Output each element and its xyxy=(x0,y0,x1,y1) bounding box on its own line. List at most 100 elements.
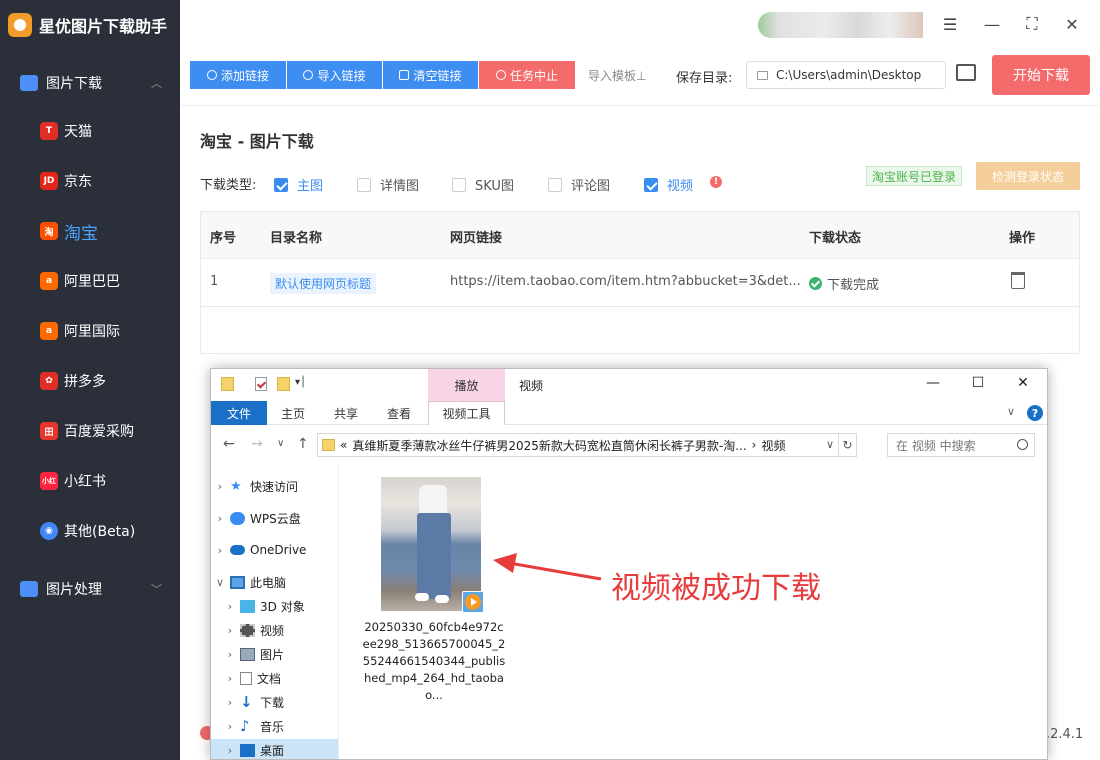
tree-item-3d-objects[interactable]: › 3D 对象 xyxy=(225,595,305,617)
table-row[interactable]: 1 默认使用网页标题 https://item.taobao.com/item.… xyxy=(201,259,1079,307)
app-logo-icon xyxy=(8,13,32,37)
stop-task-button[interactable]: 任务中止 xyxy=(479,61,575,89)
tree-item-pictures[interactable]: › 图片 xyxy=(225,643,284,665)
tree-item-quick-access[interactable]: › ★ 快速访问 xyxy=(215,475,298,497)
nav-group-label: 图片处理 xyxy=(46,582,102,598)
collapse-arrow-icon[interactable]: ∨ xyxy=(215,576,225,589)
clear-link-button[interactable]: 清空链接 xyxy=(383,61,478,89)
tree-item-this-pc[interactable]: ∨ 此电脑 xyxy=(215,571,286,593)
sidebar-item-pinduoduo[interactable]: ✿ 拼多多 xyxy=(0,356,180,406)
checkbox-main-image[interactable]: 主图 xyxy=(274,175,323,194)
back-arrow-icon[interactable]: ← xyxy=(223,436,235,452)
info-icon[interactable]: ! xyxy=(710,176,722,188)
expand-arrow-icon[interactable]: › xyxy=(225,624,235,637)
expand-arrow-icon[interactable]: › xyxy=(215,512,225,525)
checkbox-sku-image[interactable]: SKU图 xyxy=(452,175,514,194)
tree-item-desktop[interactable]: › 桌面 xyxy=(211,739,338,759)
add-link-button[interactable]: 添加链接 xyxy=(190,61,286,89)
address-segment-folder[interactable]: 真维斯夏季薄款冰丝牛仔裤男2025新款大码宽松直筒休闲长裤子男款-淘... xyxy=(352,437,746,454)
sidebar-item-baidu[interactable]: 田 百度爱采购 xyxy=(0,406,180,456)
explorer-minimize-button[interactable]: — xyxy=(923,375,943,391)
tree-item-videos[interactable]: › 视频 xyxy=(225,619,284,641)
check-login-button[interactable]: 检测登录状态 xyxy=(976,162,1080,190)
sidebar-item-xiaohongshu[interactable]: 小红 小红书 xyxy=(0,456,180,506)
expand-arrow-icon[interactable]: › xyxy=(225,672,235,685)
checkbox-video[interactable]: 视频 xyxy=(644,175,693,194)
checkbox-detail-image[interactable]: 详情图 xyxy=(357,175,419,194)
save-dir-input[interactable]: C:\Users\admin\Desktop xyxy=(746,61,946,89)
sidebar-item-alibaba[interactable]: a 阿里巴巴 xyxy=(0,256,180,306)
tab-file[interactable]: 文件 xyxy=(211,401,267,425)
forward-arrow-icon[interactable]: → xyxy=(251,436,263,452)
delete-icon[interactable] xyxy=(1011,272,1025,289)
expand-arrow-icon[interactable]: › xyxy=(225,600,235,613)
tree-item-documents[interactable]: › 文档 xyxy=(225,667,281,689)
save-dir-label: 保存目录: xyxy=(676,71,733,86)
context-tab-play[interactable]: 播放 xyxy=(428,369,505,401)
sidebar-item-taobao[interactable]: 淘 淘宝 xyxy=(0,206,180,256)
sidebar-item-label: 小红书 xyxy=(64,474,106,490)
tree-item-music[interactable]: › ♪ 音乐 xyxy=(225,715,284,737)
nav-group-image-process[interactable]: 图片处理 ﹀ xyxy=(0,566,180,612)
close-button[interactable]: ✕ xyxy=(1060,12,1084,36)
settings-icon[interactable]: ☰ xyxy=(938,12,962,36)
tab-share[interactable]: 共享 xyxy=(334,405,358,422)
page-title: 淘宝 - 图片下载 xyxy=(200,132,314,151)
film-icon xyxy=(240,623,255,637)
tab-video-tools[interactable]: 视频工具 xyxy=(428,401,505,425)
tab-view[interactable]: 查看 xyxy=(387,405,411,422)
dir-name-tag[interactable]: 默认使用网页标题 xyxy=(270,273,377,294)
checkbox-box xyxy=(452,177,466,192)
import-template-link[interactable]: 导入模板⊥ xyxy=(588,67,646,84)
explorer-maximize-button[interactable]: ☐ xyxy=(968,375,988,391)
new-folder-icon[interactable] xyxy=(277,377,290,391)
brand: 星优图片下载助手 xyxy=(0,0,180,50)
sidebar-item-alibaba-intl[interactable]: a 阿里国际 xyxy=(0,306,180,356)
maximize-button[interactable]: ⛶ xyxy=(1020,12,1044,36)
tree-item-label: 桌面 xyxy=(260,743,285,758)
chevron-up-icon: ︿ xyxy=(151,77,162,90)
tree-item-wps-cloud[interactable]: › WPS云盘 xyxy=(215,507,301,529)
customize-toolbar-icon[interactable]: ▾│ xyxy=(295,377,306,388)
expand-arrow-icon[interactable]: › xyxy=(225,696,235,709)
expand-arrow-icon[interactable]: › xyxy=(215,480,225,493)
address-input[interactable]: « 真维斯夏季薄款冰丝牛仔裤男2025新款大码宽松直筒休闲长裤子男款-淘... … xyxy=(317,433,857,457)
up-arrow-icon[interactable]: ↑ xyxy=(297,436,309,452)
expand-arrow-icon[interactable]: › xyxy=(225,720,235,733)
nav-group-image-download[interactable]: 图片下载 ︿ xyxy=(0,60,180,106)
expand-arrow-icon[interactable]: › xyxy=(225,648,235,661)
checkbox-review-image[interactable]: 评论图 xyxy=(548,175,610,194)
ribbon-expand-icon[interactable]: ∨ xyxy=(1007,405,1015,418)
pc-icon xyxy=(230,575,245,589)
explorer-window-title: 视频 xyxy=(519,379,544,393)
xiaohongshu-icon: 小红 xyxy=(40,472,58,490)
sidebar-item-jd[interactable]: JD 京东 xyxy=(0,156,180,206)
tab-home[interactable]: 主页 xyxy=(281,405,305,422)
address-segment-current[interactable]: 视频 xyxy=(761,437,785,454)
stop-task-label: 任务中止 xyxy=(509,68,558,83)
tree-item-downloads[interactable]: › ↓ 下载 xyxy=(225,691,284,713)
expand-arrow-icon[interactable]: › xyxy=(225,744,235,757)
expand-arrow-icon[interactable]: › xyxy=(215,544,225,557)
user-avatar[interactable] xyxy=(758,12,923,38)
tree-item-onedrive[interactable]: › OneDrive xyxy=(215,539,307,561)
explorer-close-button[interactable]: ✕ xyxy=(1013,375,1033,391)
toolbar: 添加链接 导入链接 清空链接 任务中止 导入模板⊥ 保存目录: C:\Users… xyxy=(180,50,1100,106)
search-icon xyxy=(1017,439,1028,450)
open-folder-icon[interactable] xyxy=(956,64,976,81)
import-link-button[interactable]: 导入链接 xyxy=(287,61,382,89)
doc-icon xyxy=(240,671,252,685)
properties-icon[interactable] xyxy=(255,377,267,391)
onedrive-icon xyxy=(230,545,245,555)
tmall-icon: T xyxy=(40,122,58,140)
minimize-button[interactable]: — xyxy=(980,12,1004,36)
sidebar-item-other[interactable]: ◉ 其他(Beta) xyxy=(0,506,180,556)
refresh-icon[interactable]: ↻ xyxy=(838,434,856,456)
start-download-button[interactable]: 开始下载 xyxy=(992,55,1090,95)
sidebar: 星优图片下载助手 图片下载 ︿ T 天猫 JD 京东 淘 淘宝 a 阿里巴巴 a… xyxy=(0,0,180,760)
sidebar-item-tmall[interactable]: T 天猫 xyxy=(0,106,180,156)
search-input[interactable]: 在 视频 中搜索 xyxy=(887,433,1035,457)
address-dropdown-icon[interactable]: ∨ xyxy=(826,438,834,451)
help-icon[interactable]: ? xyxy=(1027,405,1043,421)
recent-chevron-icon[interactable]: ∨ xyxy=(277,438,284,449)
